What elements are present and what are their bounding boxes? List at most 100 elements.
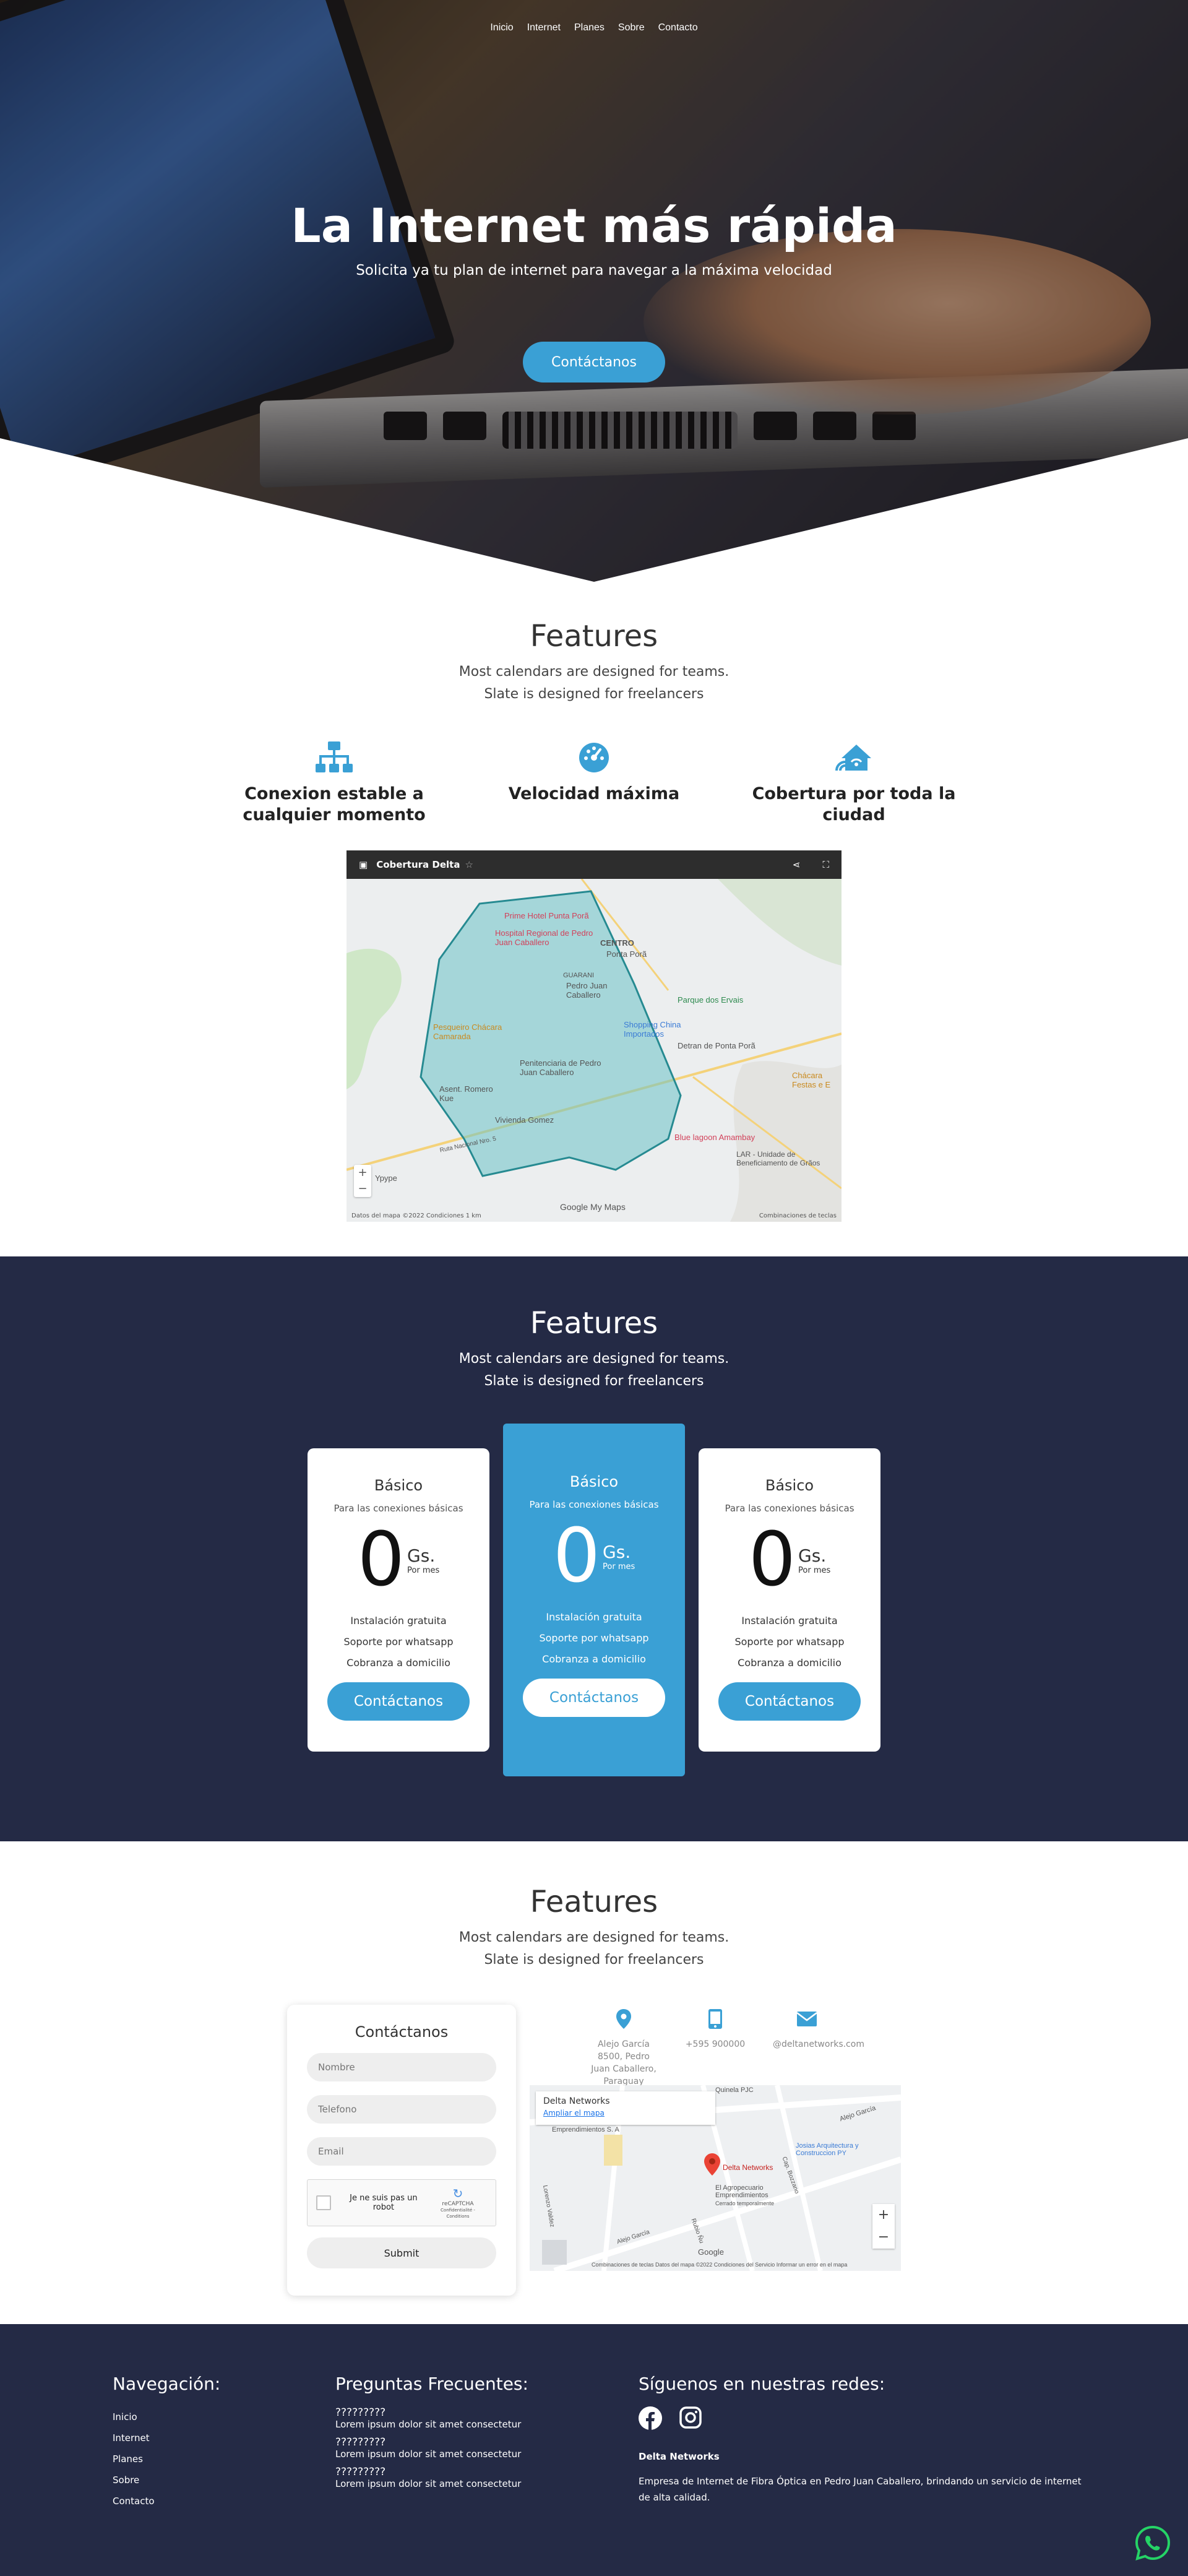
nav-inicio[interactable]: Inicio xyxy=(490,22,513,33)
map-footer-left[interactable]: Datos del mapa ©2022 Condiciones 1 km xyxy=(351,1212,481,1219)
submit-button[interactable]: Submit xyxy=(307,2237,496,2268)
map-place-name: Delta Networks xyxy=(543,2096,610,2106)
main-nav: Inicio Internet Planes Sobre Contacto xyxy=(0,22,1188,33)
map-toolbar: ▣ Cobertura Delta ☆ ⋖ ⛶ xyxy=(346,850,842,879)
facebook-icon[interactable] xyxy=(639,2406,662,2432)
plan-feature: Instalación gratuita xyxy=(741,1615,838,1627)
footer-faq-title: Preguntas Frecuentes: xyxy=(335,2374,528,2394)
plan-feature: Instalación gratuita xyxy=(546,1611,642,1623)
pricing-line2: Slate is designed for freelancers xyxy=(484,1373,704,1389)
recaptcha-widget: Je ne suis pas un robot ↻ reCAPTCHA Conf… xyxy=(307,2179,496,2226)
feature-label: Cobertura por toda la ciudad xyxy=(752,784,956,824)
map-footer[interactable]: Combinaciones de teclas Datos del mapa ©… xyxy=(592,2262,847,2268)
email-field[interactable] xyxy=(307,2137,496,2166)
plan-currency: Gs. xyxy=(603,1542,631,1562)
fullscreen-icon[interactable]: ⛶ xyxy=(822,859,829,870)
plan-name: Básico xyxy=(374,1477,423,1494)
plan-period: Por mes xyxy=(407,1566,440,1575)
map-brand: Google My Maps xyxy=(560,1202,626,1212)
address-text: Alejo García 8500, Pedro Juan Caballero,… xyxy=(591,2039,656,2086)
feature-label: Velocidad máxima xyxy=(508,784,680,803)
hero-contact-button[interactable]: Contáctanos xyxy=(523,342,665,383)
coverage-map[interactable]: ▣ Cobertura Delta ☆ ⋖ ⛶ Prime Hotel Punt… xyxy=(346,850,842,1222)
phone-field[interactable] xyxy=(307,2095,496,2124)
plan-contact-button[interactable]: Contáctanos xyxy=(718,1682,861,1721)
share-icon[interactable]: ⋖ xyxy=(793,859,801,870)
recaptcha-icon: ↻ xyxy=(452,2186,463,2201)
features-line1: Most calendars are designed for teams. xyxy=(458,664,730,680)
pricing-title: Features xyxy=(530,1306,658,1341)
plan-feature: Soporte por whatsapp xyxy=(343,1636,454,1648)
footer-nav-internet[interactable]: Internet xyxy=(113,2427,335,2448)
plan-name: Básico xyxy=(765,1477,814,1494)
contact-form: Contáctanos Je ne suis pas un robot ↻ re… xyxy=(287,2005,516,2296)
feature-label: Conexion estable a cualquier momento xyxy=(243,784,426,824)
map-place-card: Delta Networks Ampliar el mapa xyxy=(536,2091,715,2125)
envelope-icon xyxy=(773,2005,841,2033)
network-icon xyxy=(210,739,458,776)
nav-sobre[interactable]: Sobre xyxy=(618,22,645,33)
faq-question[interactable]: ????????? xyxy=(335,2436,639,2448)
map-footer-right[interactable]: Combinaciones de teclas xyxy=(759,1212,837,1219)
contact-line1: Most calendars are designed for teams. xyxy=(458,1930,730,1945)
map-canvas[interactable]: Prime Hotel Punta Porã Hospital Regional… xyxy=(346,879,842,1222)
features-line2: Slate is designed for freelancers xyxy=(484,686,704,702)
hero-section: Inicio Internet Planes Sobre Contacto La… xyxy=(0,0,1188,582)
zoom-out-icon: − xyxy=(877,2229,890,2245)
plan-period: Por mes xyxy=(603,1562,635,1571)
map-legend-icon[interactable]: ▣ xyxy=(359,859,368,870)
location-map[interactable]: Delta Networks Quinela PJC Emprendimient… xyxy=(530,2085,901,2271)
hero-title: La Internet más rápida xyxy=(291,198,897,253)
plan-contact-button[interactable]: Contáctanos xyxy=(523,1679,665,1717)
faq-question[interactable]: ????????? xyxy=(335,2466,639,2478)
plan-feature: Cobranza a domicilio xyxy=(542,1653,646,1665)
footer-description: Empresa de Internet de Fibra Óptica en P… xyxy=(639,2476,1082,2503)
footer-nav-contacto[interactable]: Contacto xyxy=(113,2491,335,2512)
map-zoom-control[interactable]: + − xyxy=(354,1165,371,1197)
faq-answer: Lorem ipsum dolor sit amet consectetur xyxy=(335,2478,522,2489)
plan-currency: Gs. xyxy=(798,1545,827,1566)
recaptcha-label: Je ne suis pas un robot xyxy=(350,2193,418,2212)
contact-section: Features Most calendars are designed for… xyxy=(0,1841,1188,2324)
plan-desc: Para las conexiones básicas xyxy=(529,1499,659,1510)
footer-nav-inicio[interactable]: Inicio xyxy=(113,2406,335,2427)
nav-contacto[interactable]: Contacto xyxy=(658,22,698,33)
footer-nav: Navegación: Inicio Internet Planes Sobre… xyxy=(113,2374,335,2512)
footer-faq: Preguntas Frecuentes: ????????? Lorem ip… xyxy=(335,2374,639,2512)
speedometer-icon xyxy=(470,739,718,776)
faq-question[interactable]: ????????? xyxy=(335,2406,639,2419)
footer-nav-title: Navegación: xyxy=(113,2374,221,2394)
pricing-line1: Most calendars are designed for teams. xyxy=(458,1351,730,1367)
pricing-section: Features Most calendars are designed for… xyxy=(0,1256,1188,1841)
contact-info: Alejo García 8500, Pedro Juan Caballero,… xyxy=(530,2005,901,2296)
plan-contact-button[interactable]: Contáctanos xyxy=(327,1682,470,1721)
plan-card: Básico Para las conexiones básicas 0 Gs.… xyxy=(699,1448,880,1752)
zoom-out-icon: − xyxy=(358,1182,368,1195)
plan-desc: Para las conexiones básicas xyxy=(334,1503,463,1514)
footer-nav-planes[interactable]: Planes xyxy=(113,2448,335,2470)
address-info: Alejo García 8500, Pedro Juan Caballero,… xyxy=(590,2005,658,2086)
nav-internet[interactable]: Internet xyxy=(527,22,561,33)
feature-item: Conexion estable a cualquier momento xyxy=(210,739,458,826)
features-title: Features xyxy=(530,619,658,654)
contact-line2: Slate is designed for freelancers xyxy=(484,1952,704,1968)
email-text: @deltanetworks.com xyxy=(773,2039,864,2049)
recaptcha-checkbox[interactable] xyxy=(316,2195,331,2210)
feature-item: Velocidad máxima xyxy=(470,739,718,826)
enlarge-map-link[interactable]: Ampliar el mapa xyxy=(543,2109,708,2117)
faq-answer: Lorem ipsum dolor sit amet consectetur xyxy=(335,2448,522,2460)
name-field[interactable] xyxy=(307,2053,496,2081)
footer-social-title: Síguenos en nuestras redes: xyxy=(639,2374,885,2394)
star-icon[interactable]: ☆ xyxy=(465,859,473,870)
plan-feature: Instalación gratuita xyxy=(350,1615,447,1627)
footer-nav-sobre[interactable]: Sobre xyxy=(113,2470,335,2491)
footer: Navegación: Inicio Internet Planes Sobre… xyxy=(0,2324,1188,2576)
zoom-in-icon: + xyxy=(877,2207,890,2223)
instagram-icon[interactable] xyxy=(679,2406,702,2432)
map-zoom-control[interactable]: + − xyxy=(872,2204,895,2249)
nav-planes[interactable]: Planes xyxy=(574,22,605,33)
contact-form-title: Contáctanos xyxy=(355,2023,449,2041)
contact-section-title: Features xyxy=(530,1885,658,1919)
location-pin-icon xyxy=(590,2005,658,2033)
whatsapp-icon[interactable] xyxy=(1135,2525,1171,2561)
